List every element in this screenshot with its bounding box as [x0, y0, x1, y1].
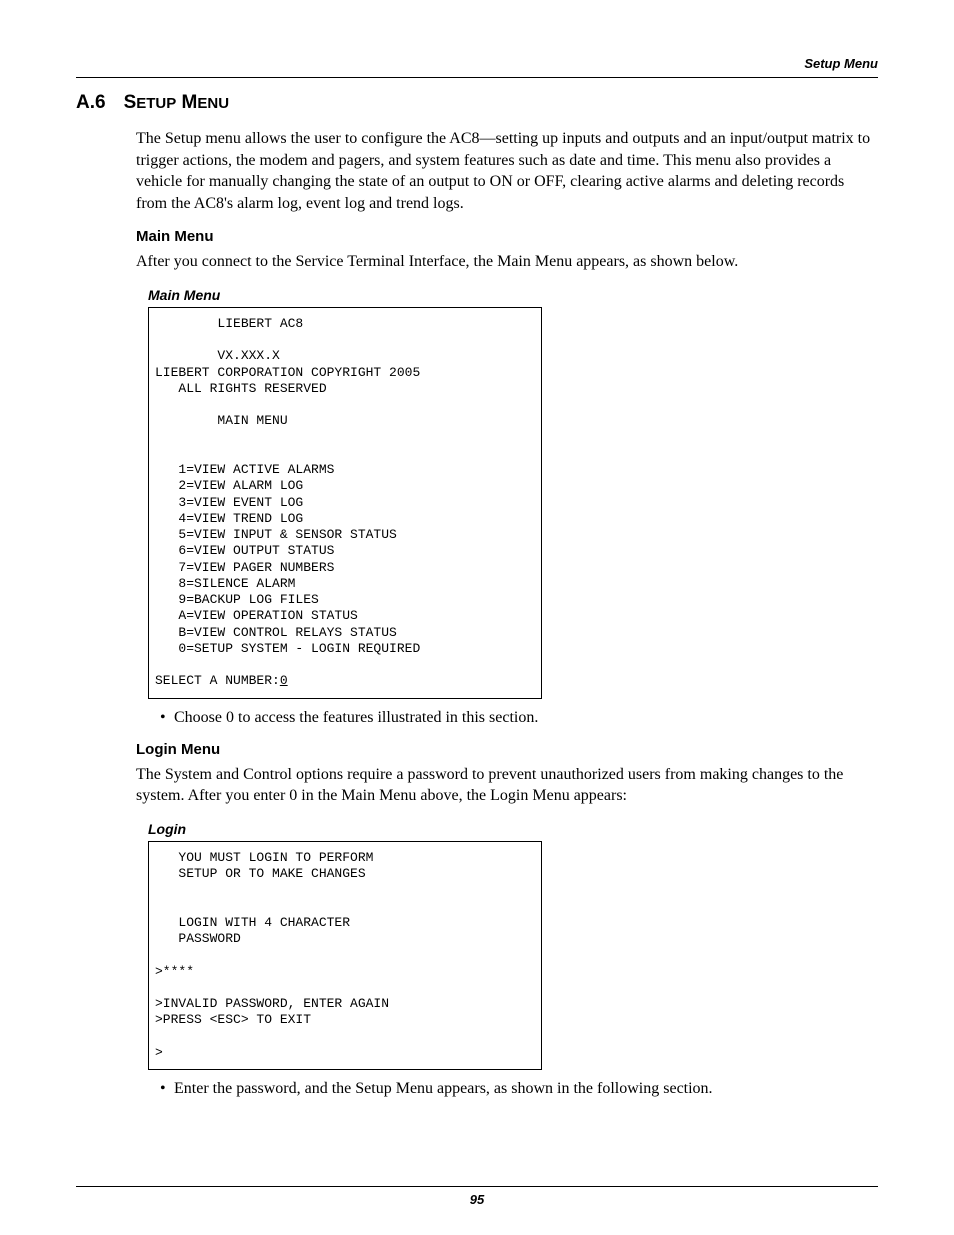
- login-menu-description: The System and Control options require a…: [136, 764, 878, 807]
- terminal-main-menu: LIEBERT AC8 VX.XXX.X LIEBERT CORPORATION…: [148, 307, 542, 699]
- main-menu-heading: Main Menu: [136, 228, 878, 245]
- running-header: Setup Menu: [76, 56, 878, 71]
- section-heading: A.6 SETUP MENU: [76, 92, 878, 114]
- login-menu-heading: Login Menu: [136, 741, 878, 758]
- page-number: 95: [0, 1192, 954, 1207]
- top-rule: [76, 77, 878, 78]
- bullet-dot-icon: •: [160, 1080, 174, 1098]
- document-page: Setup Menu A.6 SETUP MENU The Setup menu …: [0, 0, 954, 1235]
- login-box-title: Login: [148, 821, 878, 837]
- bullet-enter-password: •Enter the password, and the Setup Menu …: [160, 1080, 878, 1098]
- bullet-text: Enter the password, and the Setup Menu a…: [174, 1080, 713, 1097]
- main-menu-box-title: Main Menu: [148, 287, 878, 303]
- bullet-text: Choose 0 to access the features illustra…: [174, 709, 538, 726]
- bullet-dot-icon: •: [160, 709, 174, 727]
- bullet-choose-zero: •Choose 0 to access the features illustr…: [160, 709, 878, 727]
- main-menu-description: After you connect to the Service Termina…: [136, 251, 878, 273]
- section-title-text: SETUP MENU: [124, 92, 229, 113]
- bottom-rule: [76, 1186, 878, 1187]
- intro-paragraph: The Setup menu allows the user to config…: [136, 128, 878, 214]
- section-number: A.6: [76, 92, 106, 114]
- terminal-login: YOU MUST LOGIN TO PERFORM SETUP OR TO MA…: [148, 841, 542, 1070]
